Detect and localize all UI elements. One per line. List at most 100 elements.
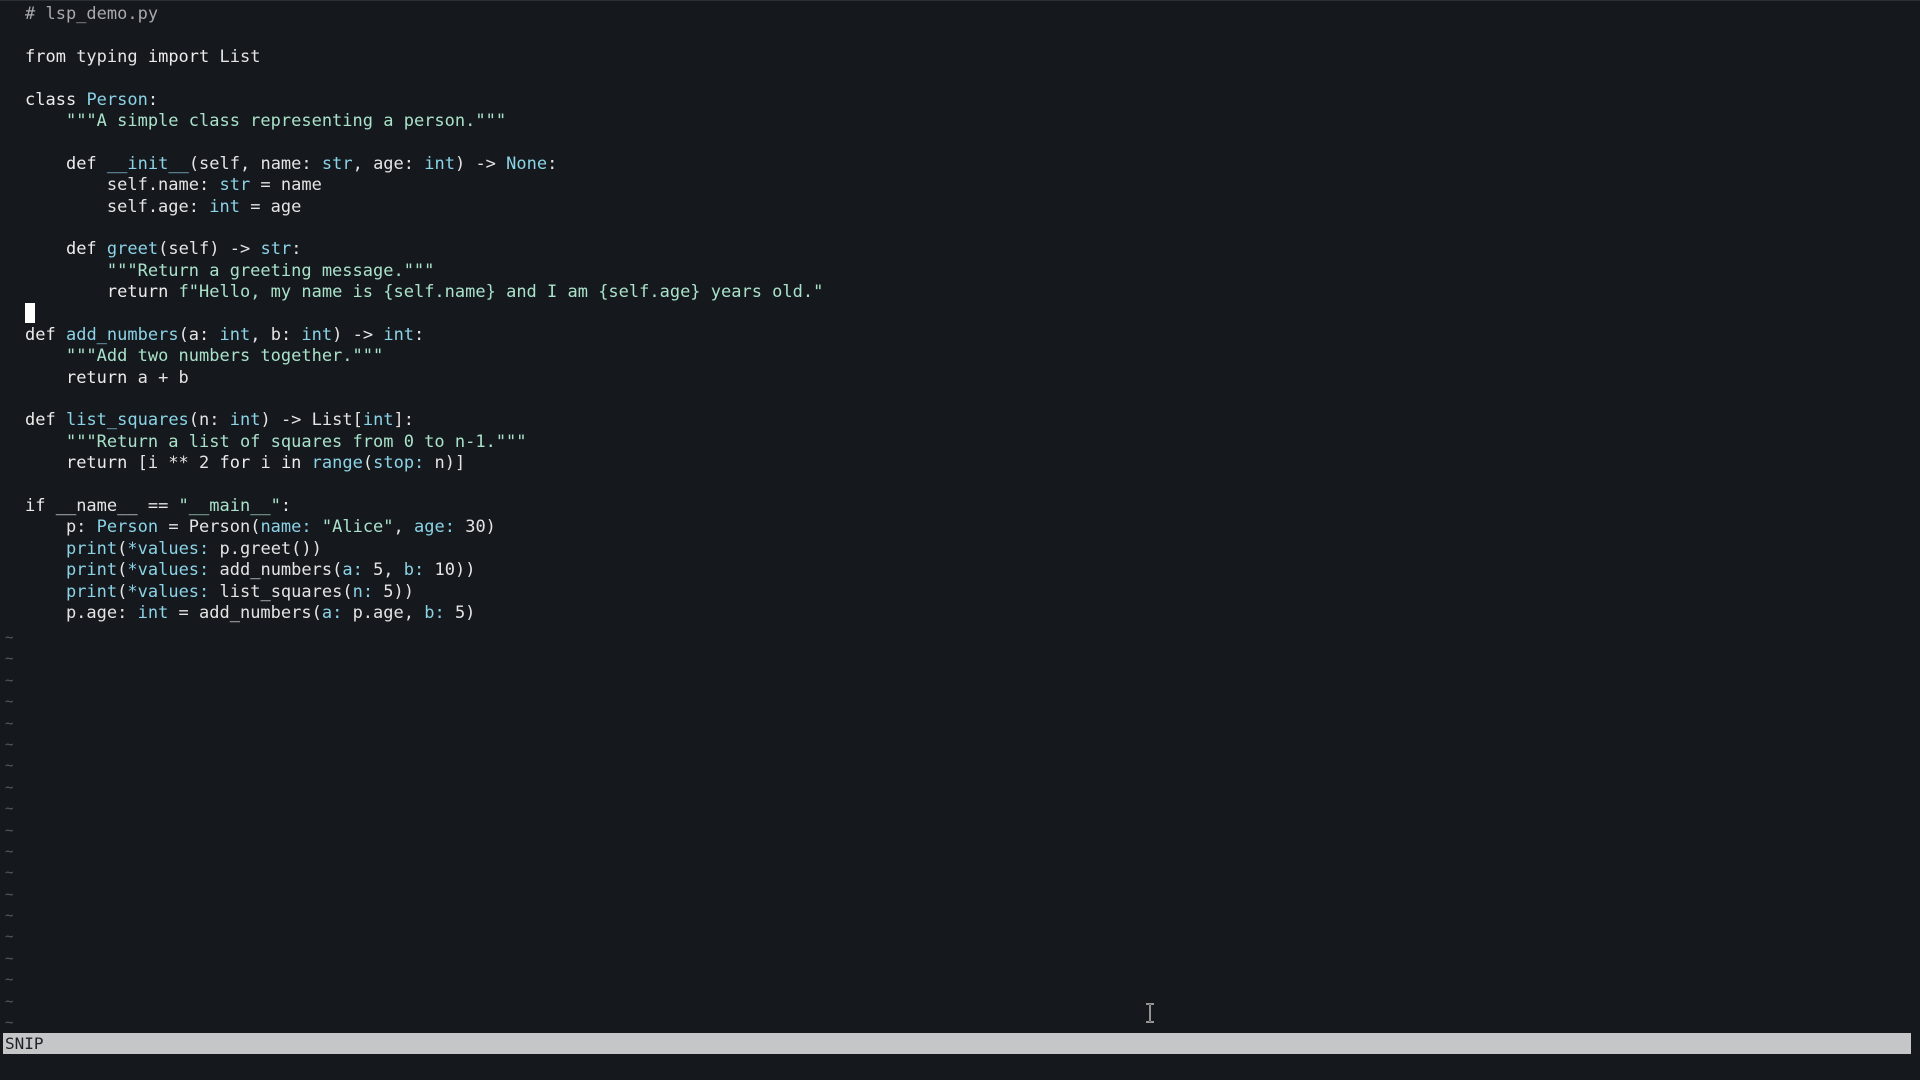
code-line[interactable]	[25, 68, 1895, 89]
code-token: = Person(	[158, 517, 261, 538]
code-token: int	[219, 324, 251, 345]
code-token: int	[424, 153, 455, 174]
code-line[interactable]: class Person:	[25, 90, 1895, 111]
code-line[interactable]: self.age: int = age	[25, 197, 1895, 218]
code-line[interactable]: def add_numbers(a: int, b: int) -> int:	[25, 325, 1895, 346]
code-line[interactable]: """Return a greeting message."""	[25, 261, 1895, 282]
code-line[interactable]: p: Person = Person(name: "Alice", age: 3…	[25, 517, 1895, 538]
empty-line-tilde: ~	[5, 950, 14, 967]
code-token: (	[117, 581, 128, 602]
code-token: # lsp_demo.py	[25, 4, 159, 24]
code-token: self.name:	[25, 175, 220, 196]
code-token: age:	[414, 517, 455, 538]
code-token: return	[65, 367, 128, 388]
code-token: 5,	[362, 560, 404, 581]
code-line[interactable]: if __name__ == "__main__":	[25, 496, 1895, 517]
code-token: typing	[65, 46, 148, 67]
code-token: :	[547, 153, 558, 174]
code-line[interactable]: """Return a list of squares from 0 to n-…	[25, 432, 1895, 453]
vim-editor[interactable]: # lsp_demo.pyfrom typing import List clas…	[0, 0, 1920, 1080]
code-line[interactable]: def list_squares(n: int) -> List[int]:	[25, 410, 1895, 431]
code-token: import	[147, 46, 210, 67]
code-line[interactable]	[25, 303, 1895, 324]
code-line[interactable]	[25, 218, 1895, 239]
code-token: add_numbers(	[209, 560, 343, 581]
code-token: a:	[342, 560, 363, 581]
code-line[interactable]: self.name: str = name	[25, 175, 1895, 196]
code-token: *values:	[127, 581, 210, 602]
code-line[interactable]: # lsp_demo.py	[25, 4, 1895, 25]
code-token: __name__ ==	[45, 495, 179, 516]
code-token: "Alice"	[321, 517, 394, 538]
empty-line-tilde: ~	[5, 843, 14, 860]
code-token: Person	[86, 89, 148, 110]
code-token: int	[137, 602, 169, 623]
code-token: "__main__"	[178, 495, 281, 516]
code-line[interactable]: return [i ** 2 for i in range(stop: n)]	[25, 453, 1895, 474]
code-token: in	[280, 453, 302, 474]
code-line[interactable]: return f"Hello, my name is {self.name} a…	[25, 282, 1895, 303]
code-token: str	[321, 153, 353, 174]
code-line[interactable]: print(*values: p.greet())	[25, 539, 1895, 560]
code-line[interactable]: print(*values: list_squares(n: 5))	[25, 582, 1895, 603]
code-line[interactable]	[25, 389, 1895, 410]
code-token: print	[65, 581, 118, 602]
code-token: 5)	[444, 602, 476, 623]
top-border	[0, 0, 1920, 1]
code-line[interactable]: def __init__(self, name: str, age: int) …	[25, 154, 1895, 175]
code-token: n:	[352, 581, 374, 602]
code-line[interactable]: return a + b	[25, 368, 1895, 389]
code-token: greet	[106, 239, 159, 260]
code-token: 5))	[373, 581, 415, 602]
code-token: int	[301, 324, 333, 345]
code-token: range	[311, 453, 363, 474]
code-line[interactable]	[25, 25, 1895, 46]
code-line[interactable]: def greet(self) -> str:	[25, 239, 1895, 260]
code-token: (a:	[178, 324, 220, 345]
code-token: :	[147, 89, 159, 110]
code-line[interactable]: print(*values: add_numbers(a: 5, b: 10))	[25, 560, 1895, 581]
code-token: *values:	[127, 560, 210, 581]
code-token: (	[117, 560, 128, 581]
code-token: """Return a list of squares from 0 to n-…	[65, 431, 527, 452]
code-line[interactable]	[25, 475, 1895, 496]
code-token: (n:	[188, 410, 230, 431]
code-token: return	[106, 282, 169, 303]
code-token: def	[65, 153, 97, 174]
code-token: """Return a greeting message."""	[106, 260, 435, 281]
text-cursor-icon	[1146, 1003, 1154, 1023]
empty-line-tilde: ~	[5, 630, 14, 646]
code-token: if	[25, 495, 46, 516]
code-token: for	[219, 453, 251, 474]
empty-line-tilde: ~	[5, 651, 14, 668]
code-token: i	[250, 453, 281, 474]
code-line[interactable]: p.age: int = add_numbers(a: p.age, b: 5)	[25, 603, 1895, 624]
code-token: ) ->	[454, 153, 507, 174]
code-token: def	[25, 324, 56, 345]
code-line[interactable]: from typing import List	[25, 47, 1895, 68]
code-area[interactable]: # lsp_demo.pyfrom typing import List clas…	[25, 4, 1895, 624]
code-token: int	[229, 410, 261, 431]
code-line[interactable]	[25, 132, 1895, 153]
code-token: :	[280, 495, 292, 516]
code-token: """A simple class representing a person.…	[65, 110, 507, 131]
code-token: return	[65, 453, 128, 474]
code-token: f"Hello, my name is {self.name} and I am…	[178, 282, 824, 303]
code-token: def	[25, 410, 56, 431]
block-cursor	[25, 303, 35, 324]
code-line[interactable]: """Add two numbers together."""	[25, 346, 1895, 367]
code-token: __init__	[106, 153, 189, 174]
code-line[interactable]: """A simple class representing a person.…	[25, 111, 1895, 132]
code-token: , age:	[352, 153, 425, 174]
